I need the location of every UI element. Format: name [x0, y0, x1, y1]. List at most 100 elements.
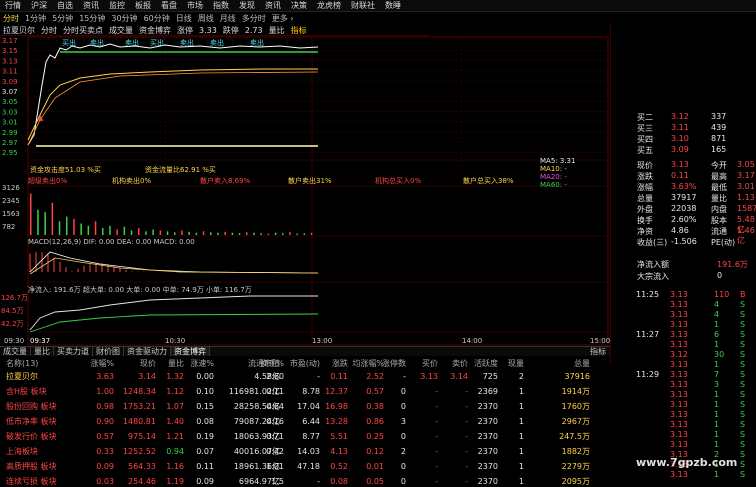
tick-row: 3.13 1 S	[636, 440, 756, 450]
ma20-label: MA20: -	[540, 173, 567, 181]
table-row[interactable]: 含H股 板块 1.00 1248.34 1.12 0.10 116981.02亿 0.11 8…	[0, 385, 610, 398]
quote-extra: 1.13	[737, 193, 755, 202]
quote-value: 3.09	[671, 145, 689, 154]
quote-value: -1.506	[671, 237, 697, 246]
lot-label: 散户卖出31%	[288, 176, 332, 185]
table-cell: 1252.52	[122, 447, 156, 456]
table-header-cell: 均涨幅%	[352, 359, 384, 368]
table-row[interactable]: 上海板块 0.33 1252.52 0.94 0.07 40016.07亿 0.42 14.0…	[0, 445, 610, 458]
table-cell: 12.37	[325, 387, 348, 396]
table-cell: 1.40	[166, 417, 184, 426]
table-row[interactable]: 股份回购 板块 0.98 1753.21 1.07 0.15 28258.54亿 0.64 1…	[0, 400, 610, 413]
table-cell: -	[465, 462, 468, 471]
tick-vol: 1	[714, 470, 720, 479]
tab-0[interactable]: 成交量	[0, 347, 31, 356]
tick-vol: 4	[714, 300, 720, 309]
table-cell: 2370	[477, 447, 498, 456]
signal-label: 卖出	[90, 38, 104, 47]
chart-frame	[27, 36, 609, 346]
trade-signal[interactable]: 卖出	[180, 38, 194, 47]
table-row[interactable]: 连续亏损 板块 0.03 254.46 1.19 0.09 6964.97亿 1.5-0.0…	[0, 475, 610, 487]
lot-label: 超级卖出0%	[28, 176, 67, 185]
quote-sub: 今开	[711, 161, 727, 170]
table-cell: 6.44	[302, 417, 320, 426]
table-cell: 1	[518, 477, 524, 486]
tab-1[interactable]: 量比	[31, 347, 54, 356]
tab-5[interactable]: 资金博弈	[171, 347, 210, 356]
tick-price: 3.13	[670, 380, 688, 389]
volume-bar	[159, 230, 162, 235]
tick-vol: 1	[714, 340, 720, 349]
quote-row: 总量 37917 量比 1.13	[637, 193, 756, 204]
table-cell: 1.00	[96, 387, 114, 396]
quote-row: 外盘 22038 内盘 15879	[637, 204, 756, 215]
time-tick-label: 09:37	[30, 337, 50, 345]
quote-extra: 3.01	[737, 182, 755, 191]
macd-label: MACD(12,26,9) DIF: 0.00 DEA: 0.00 MACD: …	[28, 238, 195, 246]
tab-4[interactable]: 资金驱动力	[124, 347, 171, 356]
table-cell: 47.18	[297, 462, 320, 471]
flow-tick-label: 84.5万	[1, 307, 24, 315]
tick-row: 3.13 4 S	[636, 310, 756, 320]
tick-row: 3.13 1 S	[636, 430, 756, 440]
flow-tick-label: 42.2万	[1, 320, 24, 328]
quote-sub: 439	[711, 123, 727, 132]
table-cell: 1.01	[266, 462, 284, 471]
table-cell: 1.32	[166, 372, 184, 381]
tick-side: S	[740, 440, 746, 449]
volume-bar	[130, 230, 133, 235]
table-cell: -	[317, 477, 320, 486]
quote-row: 涨幅 3.63% 最低 3.01	[637, 182, 756, 193]
table-cell: 0.09	[96, 462, 114, 471]
table-cell: -	[465, 477, 468, 486]
table-row[interactable]: 拉夏贝尔 3.63 3.14 1.32 0.00 4.58亿 2.60-0.11 2.52-3…	[0, 370, 610, 383]
tick-vol: 7	[714, 370, 720, 379]
tick-time: 11:25	[636, 290, 660, 299]
quote-value: 0.11	[671, 171, 689, 180]
tick-side: S	[740, 340, 746, 349]
tick-vol: 1	[714, 440, 720, 449]
trade-signal[interactable]: 买出	[62, 38, 76, 47]
tick-price: 3.13	[670, 370, 688, 379]
netflow-value: 191.6万	[717, 260, 748, 269]
trade-signal[interactable]: 卖出	[90, 38, 104, 47]
table-cell: 13.28	[325, 417, 348, 426]
signal-label: 买出	[150, 38, 164, 47]
table-cell: 0.00	[196, 372, 214, 381]
trade-signal[interactable]: 卖出	[250, 38, 264, 47]
avg-price-line	[27, 68, 318, 141]
table-cell: -	[435, 462, 438, 471]
table-cell: 0.01	[366, 462, 384, 471]
table-row[interactable]: 高质押股 板块 0.09 564.33 1.16 0.11 18961.36亿 1.01 47…	[0, 460, 610, 473]
table-cell: 37916	[564, 372, 590, 381]
trade-signal[interactable]: 卖出	[125, 38, 139, 47]
quote-label: 买二	[637, 113, 653, 122]
trade-signal[interactable]: 买出	[150, 38, 164, 47]
table-row[interactable]: 破发行价 板块 0.57 975.14 1.21 0.19 18063.93亿 0.71 8.…	[0, 430, 610, 443]
tab-2[interactable]: 买卖力道	[54, 347, 93, 356]
table-cell: 0.11	[266, 387, 284, 396]
table-row[interactable]: 低市净率 板块 0.90 1480.81 1.40 0.08 79087.24亿 0.16 6…	[0, 415, 610, 428]
table-header-cell: 量比	[168, 359, 184, 368]
signal-label: 卖出	[180, 38, 194, 47]
trade-signal[interactable]: 卖出	[210, 38, 224, 47]
ma60-label: MA60: -	[540, 181, 567, 189]
tick-side: S	[740, 380, 746, 389]
vol-tick-label: 2345	[2, 197, 20, 205]
intraday-chart[interactable]: 3.17 3.15 3.13 3.11 3.09 3.07 3.05 3.03 3.01 2.99…	[0, 0, 610, 346]
table-cell: -	[465, 447, 468, 456]
table-cell: 0.07	[196, 447, 214, 456]
table-cell: 0.38	[366, 402, 384, 411]
tick-vol: 1	[714, 320, 720, 329]
quote-row: 涨跌 0.11 最高 3.17	[637, 171, 756, 182]
dif-line	[29, 251, 319, 274]
tab-right-0[interactable]: 指标	[590, 346, 606, 357]
tick-price: 3.13	[670, 430, 688, 439]
volume-bar	[44, 212, 46, 235]
lot-label: 机构总买入0%	[375, 176, 421, 185]
tab-3[interactable]: 财价图	[93, 347, 124, 356]
tick-price: 3.13	[670, 400, 688, 409]
note-attack: 资金攻击度51.03 %买	[30, 165, 101, 174]
tick-side: S	[740, 410, 746, 419]
table-cell: 2369	[477, 387, 498, 396]
